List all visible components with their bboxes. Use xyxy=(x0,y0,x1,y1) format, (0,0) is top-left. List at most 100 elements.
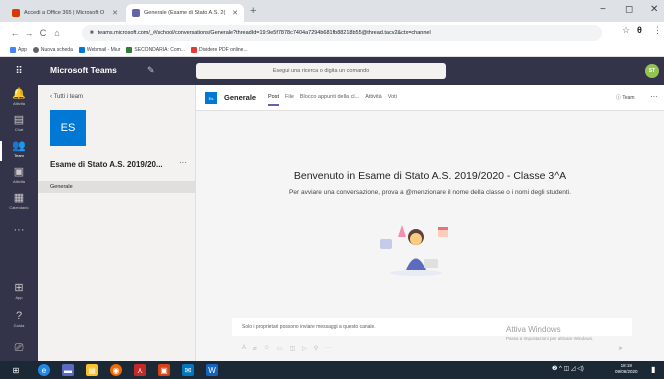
calendar-top-shape xyxy=(438,227,448,230)
lock-icon: ■ xyxy=(90,30,94,36)
avatar[interactable]: ST xyxy=(645,64,659,78)
reload-icon[interactable]: C xyxy=(36,28,50,38)
minimize-button[interactable]: − xyxy=(600,4,606,15)
watermark-subtitle: Passa a Impostazioni per attivare Window… xyxy=(506,336,594,341)
bookmark-apps[interactable]: App xyxy=(10,47,27,53)
teams-header: ⠿ Microsoft Teams ✎ Esegui una ricerca o… xyxy=(0,57,664,85)
more-icon[interactable]: ··· xyxy=(325,345,331,352)
team-info-icon: ⓘ xyxy=(616,95,622,101)
tab-activity[interactable]: Attività xyxy=(365,94,382,100)
url-field[interactable]: ■ teams.microsoft.com/_#/school/conversa… xyxy=(82,25,602,41)
send-icon[interactable]: ➤ xyxy=(618,345,623,352)
app-launcher-icon[interactable]: ⠿ xyxy=(0,57,38,85)
channel-header: Es Generale Post File Blocco appunti del… xyxy=(196,85,664,111)
search-placeholder: Esegui una ricerca o digita un comando xyxy=(272,68,370,74)
bell-icon: 🔔 xyxy=(12,88,26,100)
rail-item-apps[interactable]: ⊞ App xyxy=(0,283,38,301)
new-tab-button[interactable]: + xyxy=(250,5,256,17)
close-window-button[interactable]: ✕ xyxy=(650,4,658,15)
rail-item-more[interactable]: ··· xyxy=(0,225,38,236)
attach-icon[interactable]: ⌀ xyxy=(253,345,257,352)
notifications-icon[interactable]: ▮ xyxy=(651,365,655,374)
file-explorer-icon[interactable]: ▤ xyxy=(86,364,98,376)
composer-placeholder: Solo i proprietari possono inviare messa… xyxy=(242,324,376,330)
tab-grades[interactable]: Voti xyxy=(388,94,397,100)
assignments-icon: ▣ xyxy=(13,166,25,178)
welcome-title: Benvenuto in Esame di Stato A.S. 2019/20… xyxy=(293,170,567,182)
welcome-illustration xyxy=(380,225,448,276)
rail-label: Calendario xyxy=(9,205,29,210)
maximize-button[interactable]: ◻ xyxy=(625,4,633,15)
composer-toolbar: A ⌀ ☺ ▭ ◫ ▷ ⚲ ··· xyxy=(242,345,331,352)
home-icon[interactable]: ⌂ xyxy=(50,28,64,38)
edge-icon[interactable]: e xyxy=(38,364,50,376)
windows-activation-watermark: Attiva Windows Passa a Impostazioni per … xyxy=(506,325,661,341)
tab-post[interactable]: Post xyxy=(268,94,280,106)
tab-file[interactable]: File xyxy=(285,94,294,100)
bookmark-pdf[interactable]: Dividere PDF online... xyxy=(190,47,248,53)
bookmark-star-icon[interactable]: ☆ xyxy=(622,25,630,36)
forward-arrow-icon[interactable]: → xyxy=(22,28,36,38)
format-icon[interactable]: A xyxy=(242,345,246,352)
rail-item-assignments[interactable]: ▣ Attività xyxy=(0,166,38,185)
teams-icon xyxy=(132,9,140,17)
browser-menu-icon[interactable]: ⋮ xyxy=(653,25,662,36)
browser-tabstrip: Accedi a Office 365 | Microsoft O ✕ Gene… xyxy=(0,0,664,22)
browser-tab-teams[interactable]: Generale (Esame di Stato A.S. 2( ✕ xyxy=(126,4,244,22)
rail-label: Attività xyxy=(12,179,25,184)
rail-item-calendar[interactable]: ▦ Calendario xyxy=(0,193,38,211)
chat-bubble-shape xyxy=(380,239,392,249)
address-bar-row: ← → C ⌂ ■ teams.microsoft.com/_#/school/… xyxy=(0,22,664,44)
browser-tab-title: Accedi a Office 365 | Microsoft O xyxy=(24,10,105,16)
sticker-icon[interactable]: ◫ xyxy=(289,345,295,352)
close-icon[interactable]: ✕ xyxy=(112,9,118,17)
new-chat-icon[interactable]: ✎ xyxy=(147,65,155,76)
rail-item-device[interactable]: ⎚ xyxy=(0,343,38,354)
channel-item-generale[interactable]: Generale xyxy=(38,181,195,193)
mail-icon[interactable]: ✉ xyxy=(182,364,194,376)
browser-tab-office[interactable]: Accedi a Office 365 | Microsoft O ✕ xyxy=(6,4,124,22)
emoji-icon[interactable]: ☺ xyxy=(264,345,270,352)
bookmark-secondaria[interactable]: SECONDARIA: Com... xyxy=(126,47,185,53)
channel-more-icon[interactable]: ··· xyxy=(650,92,658,101)
rail-label: Attività xyxy=(12,101,25,106)
channel-name: Generale xyxy=(224,93,257,102)
clock[interactable]: 18:19 09/06/2020 xyxy=(615,363,638,375)
browser-tab-title: Generale (Esame di Stato A.S. 2( xyxy=(144,10,226,16)
close-icon[interactable]: ✕ xyxy=(232,9,238,17)
rail-item-chat[interactable]: ▤ Chat xyxy=(0,115,38,133)
laptop-shape xyxy=(424,259,438,268)
tab-notebook[interactable]: Blocco appunti della cl... xyxy=(300,94,359,100)
bookmark-label: Dividere PDF online... xyxy=(198,47,248,53)
office-icon xyxy=(12,9,20,17)
bookmark-webmail[interactable]: Webmail - Miur xyxy=(78,47,120,53)
team-more-icon[interactable]: ··· xyxy=(179,158,187,167)
rail-item-activity[interactable]: 🔔 Attività xyxy=(0,88,38,107)
rail-label: Chat xyxy=(14,127,24,132)
rail-item-help[interactable]: ? Guida xyxy=(0,310,38,329)
store-icon[interactable]: ▣ xyxy=(158,364,170,376)
url-path: /_#/school/conversations/Generale?thread… xyxy=(148,30,431,36)
channel-avatar: Es xyxy=(205,92,217,104)
rail-label: Guida xyxy=(13,323,25,328)
acrobat-icon[interactable]: ⋏ xyxy=(134,364,146,376)
all-teams-link[interactable]: ‹ Tutti i team xyxy=(50,94,83,100)
team-button[interactable]: ⓘ Team xyxy=(616,94,635,101)
chrome-icon[interactable]: ◉ xyxy=(110,364,122,376)
word-icon[interactable]: W xyxy=(206,364,218,376)
windows-start-icon[interactable]: ⊞ xyxy=(10,364,22,376)
profile-icon[interactable]: θ xyxy=(637,25,642,35)
all-teams-label: Tutti i team xyxy=(53,94,84,100)
search-input[interactable]: Esegui una ricerca o digita un comando xyxy=(196,63,446,79)
gif-icon[interactable]: ▭ xyxy=(277,345,283,352)
help-icon: ? xyxy=(15,310,23,322)
teams-icon: 👥 xyxy=(12,140,26,152)
meet-icon[interactable]: ▷ xyxy=(302,345,307,352)
back-arrow-icon[interactable]: ← xyxy=(8,28,22,38)
task-view-icon[interactable]: ▬ xyxy=(62,364,74,376)
bookmark-new-tab[interactable]: Nuova scheda xyxy=(32,47,73,53)
watermark-title: Attiva Windows xyxy=(506,325,561,334)
rail-item-teams[interactable]: 👥 Team xyxy=(0,140,38,161)
praise-icon[interactable]: ⚲ xyxy=(314,345,318,352)
system-tray[interactable]: ❷ ^ ◫ ◿ ◁) xyxy=(552,365,584,372)
